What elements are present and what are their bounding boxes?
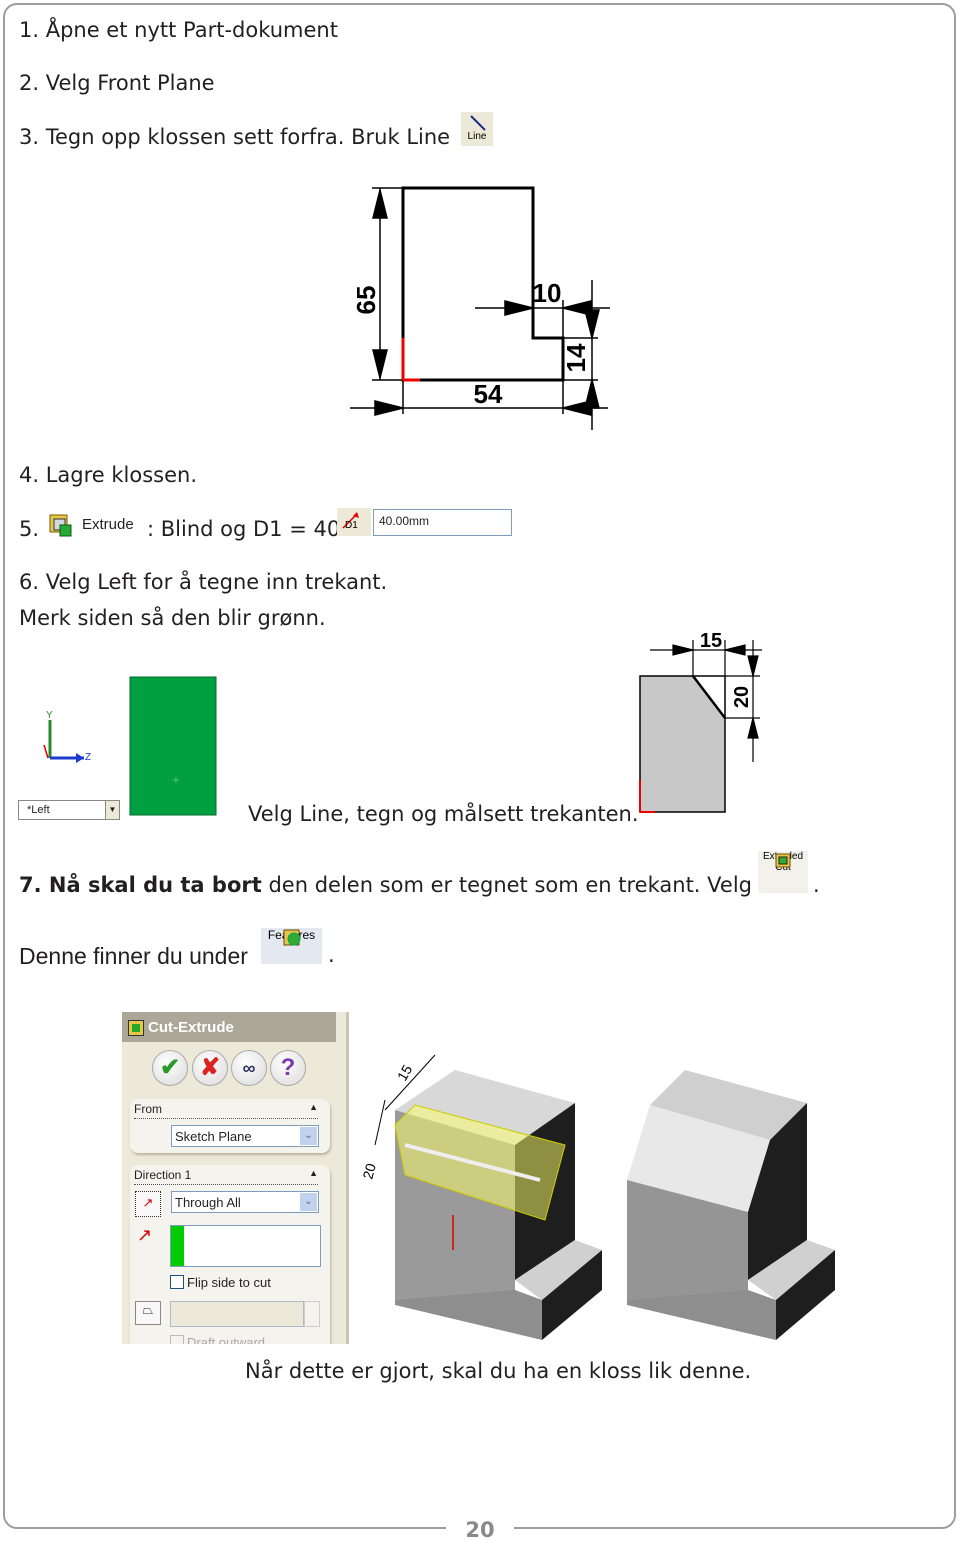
model-with-cut-preview: 15 20 — [359, 1054, 602, 1340]
3d-model-illustrations: 15 20 — [359, 1054, 835, 1340]
model-dim-20: 20 — [359, 1161, 379, 1180]
finished-model — [627, 1070, 835, 1340]
page-number: 20 — [465, 1518, 495, 1542]
final-result-caption: Når dette er gjort, skal du ha en kloss … — [245, 1359, 752, 1383]
